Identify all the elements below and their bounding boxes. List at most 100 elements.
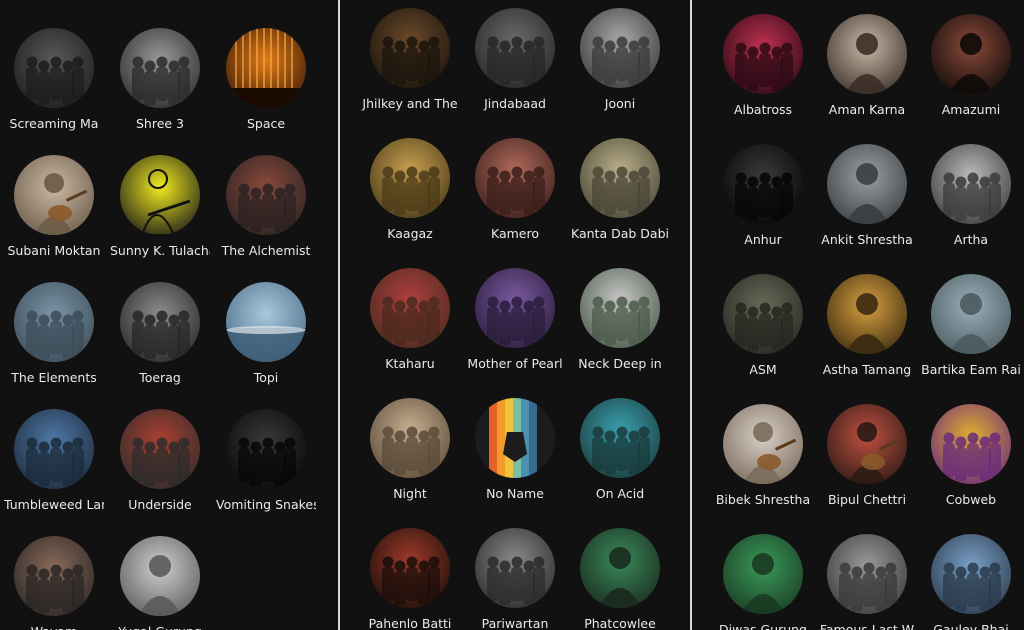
artist-tile[interactable]: Diwas Gurung [710,534,816,630]
artist-tile[interactable]: Artha [918,144,1024,247]
artist-tile[interactable]: Kaagaz [357,138,463,241]
artist-name[interactable]: Cobweb [921,492,1021,507]
artist-tile[interactable]: Neck Deep in [567,268,673,371]
artist-tile[interactable]: Pariwartan [462,528,568,630]
artist-panel-middle[interactable]: Jhilkey and The Jindabaad Jooni Kaagaz K… [340,0,690,630]
artist-name[interactable]: Pariwartan [465,616,565,630]
portrait-avatar-icon[interactable] [931,14,1011,94]
artist-tile[interactable]: Ankit Shrestha [814,144,920,247]
artist-tile[interactable]: Jindabaad [462,8,568,111]
artist-tile[interactable]: Pahenlo Batti [357,528,463,630]
artist-tile[interactable]: Phatcowlee [567,528,673,630]
band-avatar-icon[interactable] [226,409,306,489]
portrait-guitar-avatar-icon[interactable] [827,404,907,484]
band-avatar-icon[interactable] [370,138,450,218]
artist-name[interactable]: Underside [110,497,210,512]
artist-tile[interactable]: The Alchemist [213,155,319,258]
artist-name[interactable]: Famous Last W [817,622,917,630]
artist-tile[interactable]: Jhilkey and The [357,8,463,111]
artist-tile[interactable]: Bibek Shrestha [710,404,816,507]
artist-tile[interactable]: Bipul Chettri [814,404,920,507]
artist-name[interactable]: Gauley Bhai [921,622,1021,630]
artist-panel-left[interactable]: Screaming Ma Shree 3 Space Subani Moktan… [0,0,338,630]
artist-name[interactable]: Aman Karna [817,102,917,117]
artist-tile[interactable]: Kanta Dab Dabi [567,138,673,241]
artist-name[interactable]: ASM [713,362,813,377]
artist-tile[interactable]: Astha Tamang [814,274,920,377]
artist-tile[interactable]: Ktaharu [357,268,463,371]
artist-tile[interactable]: Amazumi [918,14,1024,117]
artist-tile[interactable]: No Name [462,398,568,501]
sky-avatar-icon[interactable] [226,282,306,362]
artist-name[interactable]: On Acid [570,486,670,501]
artist-tile[interactable]: Mother of Pearl [462,268,568,371]
band-avatar-icon[interactable] [827,534,907,614]
artist-tile[interactable]: Night [357,398,463,501]
guitarist-yellow-avatar-icon[interactable] [120,155,200,235]
artist-name[interactable]: Kanta Dab Dabi [570,226,670,241]
artist-name[interactable]: Yugal Gurung [110,624,210,630]
band-avatar-icon[interactable] [723,274,803,354]
artist-name[interactable]: Diwas Gurung [713,622,813,630]
artist-tile[interactable]: ASM [710,274,816,377]
band-avatar-icon[interactable] [475,528,555,608]
artist-name[interactable]: Mother of Pearl [465,356,565,371]
artist-tile[interactable]: Screaming Ma [1,28,107,131]
artist-name[interactable]: Jindabaad [465,96,565,111]
artist-tile[interactable]: Space [213,28,319,131]
artist-tile[interactable]: Vomiting Snakes [213,409,319,512]
portrait-avatar-icon[interactable] [723,534,803,614]
artist-tile[interactable]: Tumbleweed Lane [1,409,107,512]
artist-name[interactable]: Jhilkey and The [360,96,460,111]
band-avatar-icon[interactable] [120,28,200,108]
artist-name[interactable]: Subani Moktan [4,243,104,258]
artist-name[interactable]: Phatcowlee [570,616,670,630]
band-avatar-icon[interactable] [580,398,660,478]
portrait-avatar-icon[interactable] [827,144,907,224]
artist-name[interactable]: Bartika Eam Rai [921,362,1021,377]
band-avatar-icon[interactable] [226,155,306,235]
artist-name[interactable]: Sunny K. Tulachan [110,243,210,258]
artist-tile[interactable]: Famous Last W [814,534,920,630]
portrait-water-avatar-icon[interactable] [931,274,1011,354]
artist-name[interactable]: Bipul Chettri [817,492,917,507]
band-avatar-icon[interactable] [580,138,660,218]
band-avatar-icon[interactable] [931,404,1011,484]
artist-tile[interactable]: Yugal Gurung [107,536,213,630]
artist-tile[interactable]: Anhur [710,144,816,247]
artist-tile[interactable]: Sunny K. Tulachan [107,155,213,258]
band-avatar-icon[interactable] [120,282,200,362]
artist-name[interactable]: Toerag [110,370,210,385]
artist-name[interactable]: Night [360,486,460,501]
portrait-avatar-icon[interactable] [120,536,200,616]
artist-tile[interactable]: Topi [213,282,319,385]
artist-tile[interactable]: Cobweb [918,404,1024,507]
artist-tile[interactable]: On Acid [567,398,673,501]
artist-name[interactable]: Ktaharu [360,356,460,371]
artist-tile[interactable]: Gauley Bhai [918,534,1024,630]
artist-name[interactable]: Kamero [465,226,565,241]
artist-tile[interactable]: Aman Karna [814,14,920,117]
artist-name[interactable]: Tumbleweed Lane [4,497,104,512]
no-name-logo-avatar-icon[interactable] [475,398,555,478]
artist-name[interactable]: The Alchemist [216,243,316,258]
artist-tile[interactable]: Underside [107,409,213,512]
band-avatar-icon[interactable] [580,8,660,88]
portrait-avatar-icon[interactable] [827,274,907,354]
portrait-avatar-icon[interactable] [827,14,907,94]
band-avatar-icon[interactable] [931,144,1011,224]
band-avatar-icon[interactable] [370,268,450,348]
artist-name[interactable]: Wayam [4,624,104,630]
artist-name[interactable]: Pahenlo Batti [360,616,460,630]
band-avatar-icon[interactable] [723,14,803,94]
artist-name[interactable]: Jooni [570,96,670,111]
band-avatar-icon[interactable] [14,536,94,616]
stage-lights-avatar-icon[interactable] [226,28,306,108]
band-avatar-icon[interactable] [370,398,450,478]
artist-name[interactable]: Bibek Shrestha [713,492,813,507]
artist-name[interactable]: Shree 3 [110,116,210,131]
artist-name[interactable]: Space [216,116,316,131]
artist-name[interactable]: Kaagaz [360,226,460,241]
band-avatar-icon[interactable] [475,138,555,218]
band-avatar-icon[interactable] [475,268,555,348]
